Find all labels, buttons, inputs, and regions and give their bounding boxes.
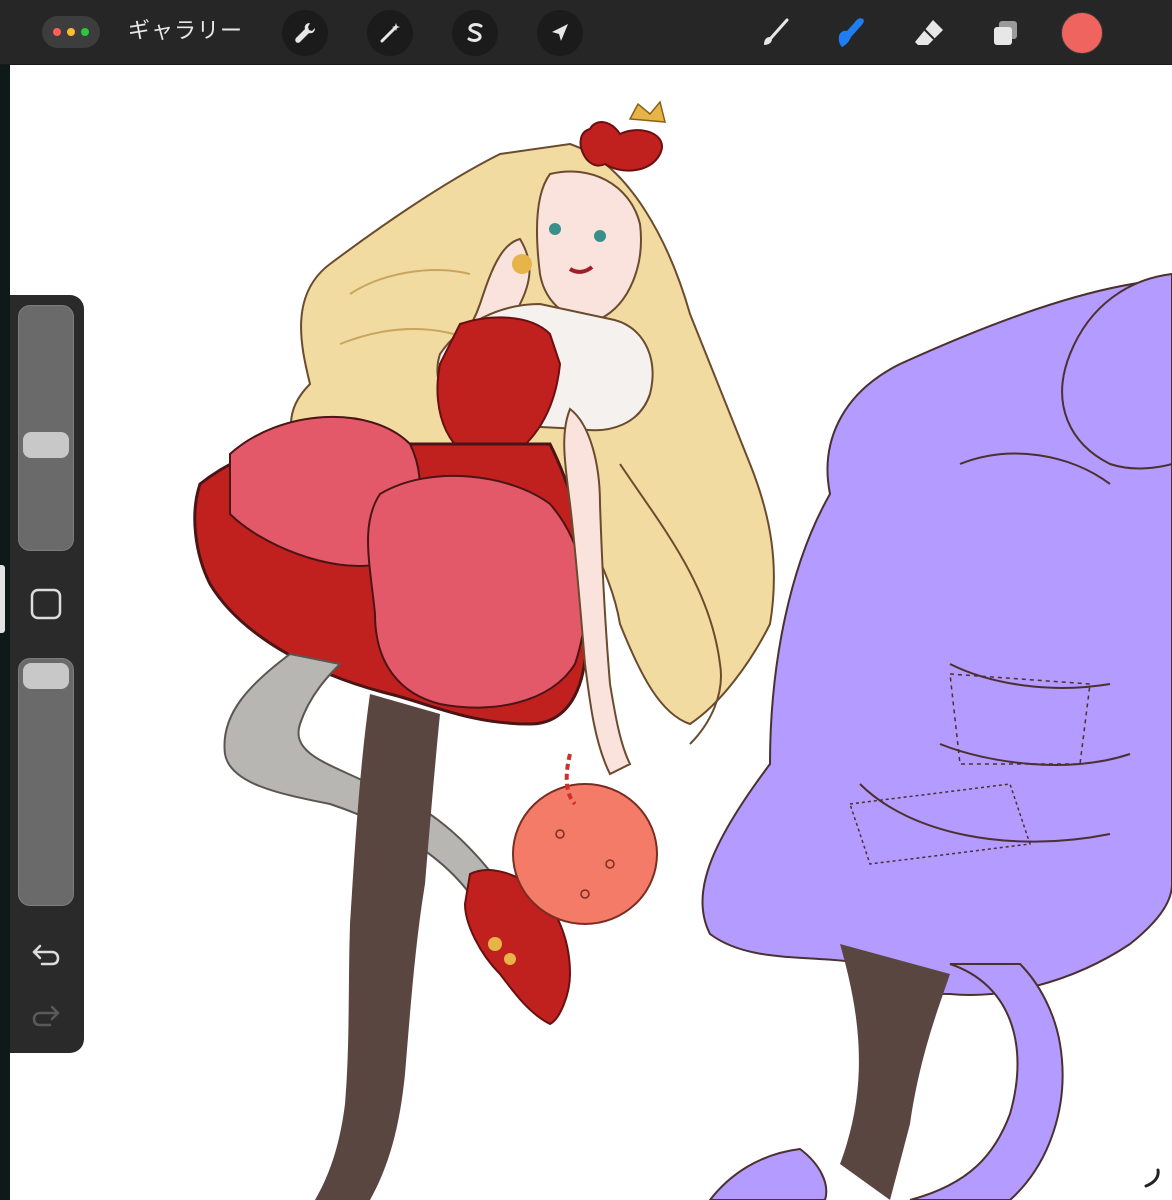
magic-wand-icon [380, 23, 400, 43]
undo-arrow-icon [32, 944, 60, 966]
arrow-cursor-icon [552, 24, 568, 41]
window-dot-red [53, 28, 61, 36]
purple-figure [701, 272, 1172, 1200]
opacity-thumb[interactable] [23, 663, 69, 689]
gallery-button[interactable]: ギャラリー [128, 14, 243, 50]
undo-button[interactable] [30, 938, 62, 970]
window-dot-green [81, 28, 89, 36]
sidebar-edge-tab[interactable] [0, 565, 5, 633]
opacity-slider[interactable] [18, 658, 74, 906]
color-picker-button[interactable] [1061, 12, 1103, 54]
redo-arrow-icon [32, 1005, 60, 1027]
layers-icon [994, 21, 1017, 45]
smudge-button[interactable] [828, 10, 874, 56]
smudge-finger-icon [838, 18, 864, 47]
eraser-icon [915, 20, 943, 45]
layers-button[interactable] [982, 10, 1028, 56]
top-toolbar: ギャラリー [0, 0, 1172, 65]
square-modify-icon [30, 588, 62, 620]
transform-button[interactable] [537, 10, 583, 56]
brush-button[interactable] [753, 10, 799, 56]
selection-s-icon [467, 23, 483, 42]
selection-button[interactable] [452, 10, 498, 56]
eraser-button[interactable] [906, 10, 952, 56]
adjustments-button[interactable] [367, 10, 413, 56]
brush-icon [764, 18, 789, 45]
wrench-icon [295, 23, 315, 43]
window-dot-yellow [67, 28, 75, 36]
left-sidebar [10, 295, 84, 1053]
procreate-app: ギャラリー [0, 0, 1172, 1200]
artwork [193, 100, 1172, 1200]
blonde-figure [193, 100, 775, 1200]
brush-size-thumb[interactable] [23, 432, 69, 458]
actions-button[interactable] [282, 10, 328, 56]
redo-button[interactable] [30, 999, 62, 1031]
drawing-canvas[interactable] [10, 64, 1172, 1200]
brush-size-slider[interactable] [18, 305, 74, 551]
corner-stroke-icon [1144, 1168, 1160, 1188]
window-controls[interactable] [42, 16, 100, 48]
modify-button[interactable] [30, 588, 62, 620]
